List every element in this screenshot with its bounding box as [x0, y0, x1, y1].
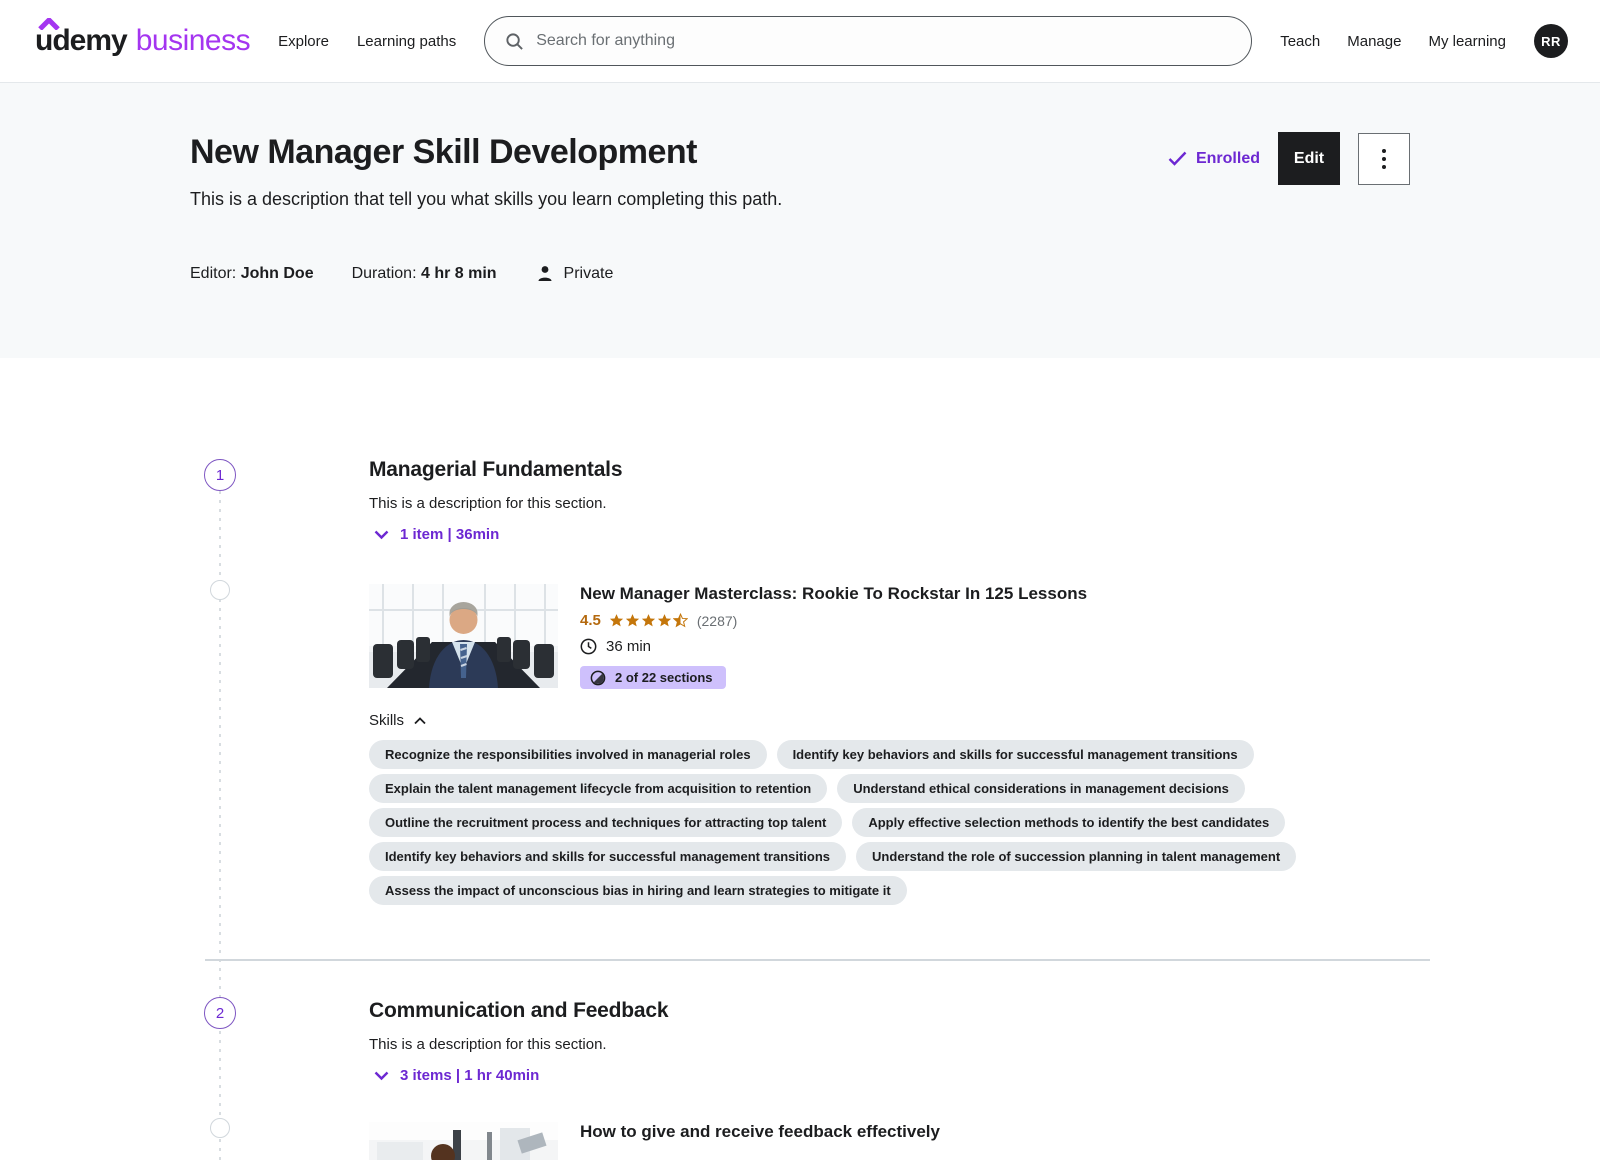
progress-badge: 2 of 22 sections — [580, 666, 726, 689]
star-icon — [657, 613, 672, 628]
rating-value: 4.5 — [580, 612, 601, 629]
nav-item-learning-paths[interactable]: Learning paths — [357, 33, 456, 50]
review-count: (2287) — [697, 613, 737, 629]
boardroom-photo — [369, 584, 558, 688]
course-info: New Manager Masterclass: Rookie To Rocks… — [580, 584, 1087, 691]
star-icon — [641, 613, 656, 628]
user-avatar[interactable]: RR — [1534, 24, 1568, 58]
star-rating-icons — [609, 613, 688, 628]
section-items-toggle[interactable]: 1 item | 36min — [369, 526, 1414, 543]
section-title: Managerial Fundamentals — [369, 458, 1414, 482]
logo-caret-icon — [38, 17, 60, 35]
visibility-label: Private — [564, 265, 614, 283]
course-info: How to give and receive feedback effecti… — [580, 1122, 940, 1160]
page-title: New Manager Skill Development — [190, 130, 782, 174]
nav-item-teach[interactable]: Teach — [1280, 33, 1320, 50]
skill-chip: Understand the role of succession planni… — [856, 842, 1296, 871]
search-input[interactable] — [536, 32, 1231, 50]
more-options-button[interactable] — [1358, 133, 1410, 185]
path-content: 1 2 Managerial Fundamentals This is a de… — [0, 358, 1600, 1160]
skill-chip: Identify key behaviors and skills for su… — [777, 740, 1254, 769]
chevron-up-icon — [414, 717, 426, 725]
logo-business-text: business — [136, 24, 250, 58]
chevron-down-icon — [374, 1071, 389, 1081]
skill-chip: Assess the impact of unconscious bias in… — [369, 876, 907, 905]
skills-toggle[interactable]: Skills — [369, 712, 1414, 729]
timeline-item-node — [210, 580, 230, 600]
section-divider — [205, 959, 1430, 961]
skill-chip: Understand ethical considerations in man… — [837, 774, 1245, 803]
editor-name: John Doe — [241, 265, 314, 282]
office-photo — [369, 1122, 558, 1160]
section-description: This is a description for this section. — [369, 1036, 1414, 1053]
skills-chips: Recognize the responsibilities involved … — [369, 740, 1414, 905]
star-icon — [609, 613, 624, 628]
path-actions: Enrolled Edit — [1168, 132, 1410, 185]
edit-button[interactable]: Edit — [1278, 132, 1340, 185]
editor-info: Editor: John Doe — [190, 265, 314, 283]
visibility-info: Private — [535, 264, 614, 284]
skills-block: Skills Recognize the responsibilities in… — [369, 712, 1414, 905]
nav-item-my-learning[interactable]: My learning — [1428, 33, 1506, 50]
section-1-header: Managerial Fundamentals This is a descri… — [369, 458, 1414, 543]
course-duration: 36 min — [580, 638, 1087, 655]
course-thumbnail[interactable] — [369, 1122, 558, 1160]
course-title[interactable]: New Manager Masterclass: Rookie To Rocks… — [580, 584, 1087, 604]
section-description: This is a description for this section. — [369, 495, 1414, 512]
check-icon — [1168, 151, 1187, 166]
section-1-number-badge: 1 — [204, 459, 236, 491]
section-2-number-badge: 2 — [204, 997, 236, 1029]
skill-chip: Identify key behaviors and skills for su… — [369, 842, 846, 871]
path-header-text: New Manager Skill Development This is a … — [190, 130, 782, 210]
progress-circle-icon — [590, 670, 606, 686]
top-navigation: udemy business Explore Learning paths Te… — [0, 0, 1600, 83]
nav-left-links: Explore Learning paths — [278, 33, 456, 50]
kebab-dot — [1382, 149, 1386, 153]
section-2-header: Communication and Feedback This is a des… — [369, 999, 1414, 1084]
star-half-icon — [673, 613, 688, 628]
kebab-dot — [1382, 157, 1386, 161]
kebab-dot — [1382, 165, 1386, 169]
skill-chip: Explain the talent management lifecycle … — [369, 774, 827, 803]
enrolled-button[interactable]: Enrolled — [1168, 150, 1260, 168]
course-card: How to give and receive feedback effecti… — [369, 1122, 940, 1160]
search-container — [484, 16, 1252, 66]
progress-text: 2 of 22 sections — [615, 670, 713, 685]
enrolled-label: Enrolled — [1196, 150, 1260, 168]
section-items-summary: 3 items | 1 hr 40min — [400, 1067, 539, 1084]
nav-item-manage[interactable]: Manage — [1347, 33, 1401, 50]
timeline-item-node — [210, 1118, 230, 1138]
path-meta: Editor: John Doe Duration: 4 hr 8 min Pr… — [190, 264, 1410, 284]
person-icon — [535, 264, 555, 284]
path-header: New Manager Skill Development This is a … — [0, 83, 1600, 358]
search-bar[interactable] — [484, 16, 1252, 66]
section-items-summary: 1 item | 36min — [400, 526, 499, 543]
page-description: This is a description that tell you what… — [190, 189, 782, 210]
duration-value: 4 hr 8 min — [421, 265, 497, 282]
skills-label: Skills — [369, 712, 404, 729]
course-card: New Manager Masterclass: Rookie To Rocks… — [369, 584, 1087, 691]
course-thumbnail[interactable] — [369, 584, 558, 688]
clock-icon — [580, 638, 597, 655]
nav-right-links: Teach Manage My learning — [1280, 33, 1506, 50]
duration-text: 36 min — [606, 638, 651, 655]
skill-chip: Recognize the responsibilities involved … — [369, 740, 767, 769]
udemy-business-logo[interactable]: udemy business — [35, 24, 250, 58]
duration-info: Duration: 4 hr 8 min — [352, 265, 497, 283]
skill-chip: Outline the recruitment process and tech… — [369, 808, 842, 837]
editor-label: Editor: — [190, 265, 236, 282]
course-title[interactable]: How to give and receive feedback effecti… — [580, 1122, 940, 1142]
skill-chip: Apply effective selection methods to ide… — [852, 808, 1285, 837]
chevron-down-icon — [374, 530, 389, 540]
section-items-toggle[interactable]: 3 items | 1 hr 40min — [369, 1067, 1414, 1084]
search-icon — [505, 32, 524, 51]
star-icon — [625, 613, 640, 628]
duration-label: Duration: — [352, 265, 417, 282]
nav-item-explore[interactable]: Explore — [278, 33, 329, 50]
course-rating: 4.5 (2287) — [580, 612, 1087, 629]
section-title: Communication and Feedback — [369, 999, 1414, 1023]
